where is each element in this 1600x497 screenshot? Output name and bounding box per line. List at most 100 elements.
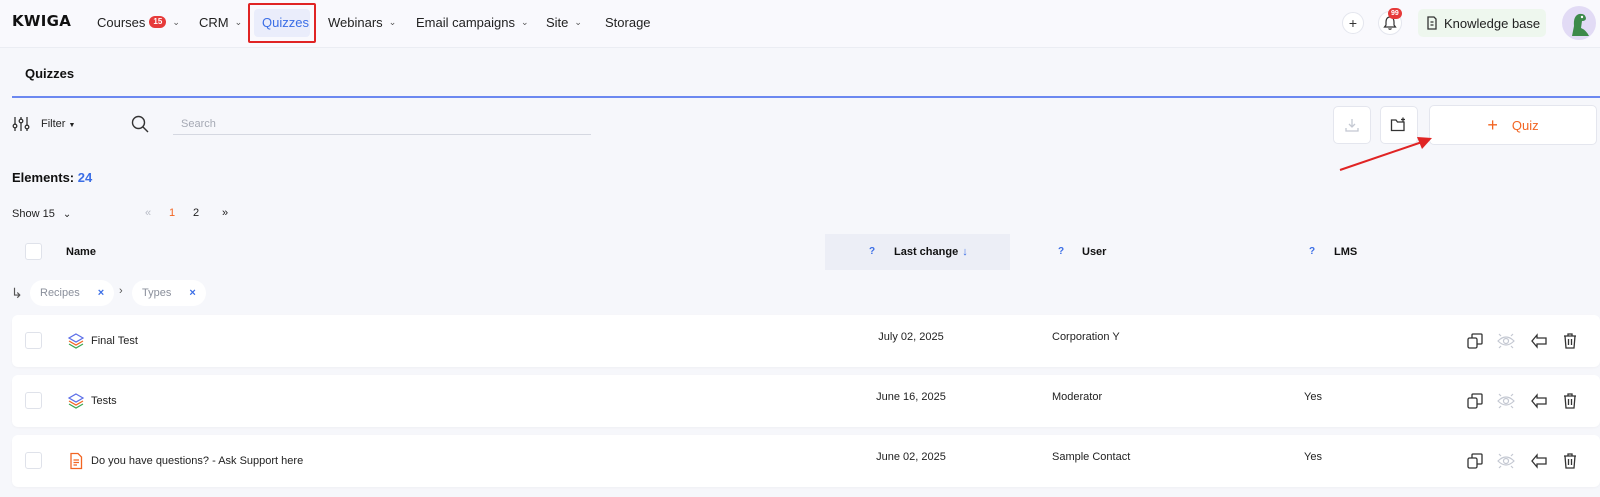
chevron-down-icon: ⌄ (521, 16, 529, 27)
move-icon[interactable] (1529, 391, 1549, 411)
nav-courses-label: Courses (97, 14, 146, 30)
page-size-select[interactable]: Show 15 ⌄ (12, 208, 71, 220)
stack-icon (67, 393, 85, 409)
nav-webinars[interactable]: Webinars ⌄ (328, 12, 396, 32)
nav-email-campaigns[interactable]: Email campaigns ⌄ (416, 12, 529, 32)
table-row[interactable]: Tests June 16, 2025 Moderator Yes (12, 375, 1600, 427)
stack-icon (67, 333, 85, 349)
pagination-prev[interactable]: « (145, 207, 151, 219)
elements-count-value: 24 (77, 170, 93, 185)
chevron-right-icon: › (119, 285, 123, 297)
filter-sliders-icon[interactable] (12, 116, 30, 132)
help-icon[interactable]: ? (1309, 246, 1315, 257)
eye-icon[interactable] (1496, 331, 1516, 351)
elements-label: Elements: (12, 170, 75, 185)
close-icon[interactable]: × (189, 287, 195, 299)
title-underline (12, 96, 1600, 98)
table-row[interactable]: Final Test July 02, 2025 Corporation Y (12, 315, 1600, 367)
row-user: Sample Contact (1052, 451, 1131, 463)
row-checkbox[interactable] (25, 392, 42, 409)
caret-down-icon: ▼ (68, 122, 76, 129)
filter-dropdown[interactable]: Filter ▼ (41, 118, 75, 130)
eye-icon[interactable] (1496, 451, 1516, 471)
trash-icon[interactable] (1560, 451, 1580, 471)
copy-icon[interactable] (1465, 451, 1485, 471)
column-name[interactable]: Name (66, 246, 96, 258)
search-icon[interactable] (131, 115, 149, 133)
column-last-change[interactable]: Last change ↓ (894, 246, 968, 258)
select-all-checkbox[interactable] (25, 243, 42, 260)
quick-add-button[interactable]: + (1342, 12, 1364, 34)
elements-count: Elements: 24 (12, 170, 92, 185)
top-navigation: KWIGA Courses 15 ⌄ CRM ⌄ Quizzes Webinar… (0, 0, 1600, 48)
row-name[interactable]: Do you have questions? - Ask Support her… (91, 455, 303, 467)
pagination-page-1[interactable]: 1 (169, 207, 175, 219)
folder-add-icon (1390, 117, 1405, 132)
filter-label: Filter (41, 118, 66, 130)
row-last-change: July 02, 2025 (878, 331, 944, 343)
nav-storage[interactable]: Storage (605, 12, 651, 32)
chevron-down-icon: ⌄ (62, 208, 72, 220)
dinosaur-avatar-icon (1572, 13, 1589, 36)
copy-icon[interactable] (1465, 331, 1485, 351)
copy-icon[interactable] (1465, 391, 1485, 411)
eye-icon[interactable] (1496, 391, 1516, 411)
book-icon (1427, 16, 1437, 30)
row-lms: Yes (1304, 451, 1322, 463)
help-icon[interactable]: ? (1058, 246, 1064, 257)
table-row[interactable]: Do you have questions? - Ask Support her… (12, 435, 1600, 487)
red-annotation-arrow (1339, 137, 1432, 171)
nav-courses[interactable]: Courses 15 ⌄ (97, 12, 180, 32)
notifications-badge: 99 (1388, 8, 1402, 19)
nav-storage-label: Storage (605, 14, 651, 30)
download-icon (1345, 119, 1359, 132)
pagination-next[interactable]: » (222, 207, 228, 219)
row-lms: Yes (1304, 391, 1322, 403)
search-input[interactable] (173, 113, 591, 135)
row-last-change: June 02, 2025 (876, 451, 946, 463)
chevron-down-icon: ⌄ (388, 16, 397, 27)
row-name[interactable]: Tests (91, 395, 117, 407)
breadcrumb-chip-recipes[interactable]: Recipes × (30, 280, 115, 306)
help-icon[interactable]: ? (869, 246, 875, 257)
nav-crm-label: CRM (199, 14, 229, 30)
row-user: Corporation Y (1052, 331, 1120, 343)
row-checkbox[interactable] (25, 452, 42, 469)
chevron-down-icon: ⌄ (234, 16, 243, 27)
table-header: Name ? Last change ↓ ? User ? LMS (12, 234, 1600, 270)
knowledge-base-label: Knowledge base (1444, 15, 1541, 31)
column-user[interactable]: User (1082, 246, 1106, 258)
knowledge-base-button[interactable]: Knowledge base (1418, 9, 1546, 37)
trash-icon[interactable] (1560, 331, 1580, 351)
nav-site[interactable]: Site ⌄ (546, 12, 582, 32)
document-icon (70, 452, 83, 470)
courses-count-badge: 15 (149, 16, 167, 28)
page-size-label: Show 15 (12, 208, 55, 220)
nav-email-campaigns-label: Email campaigns (416, 14, 515, 30)
add-quiz-button[interactable]: + Quiz (1429, 105, 1597, 145)
close-icon[interactable]: × (98, 287, 104, 299)
move-icon[interactable] (1529, 451, 1549, 471)
sort-desc-icon: ↓ (962, 246, 968, 258)
page-title: Quizzes (25, 66, 75, 81)
nav-webinars-label: Webinars (328, 14, 383, 30)
row-user: Moderator (1052, 391, 1103, 403)
trash-icon[interactable] (1560, 391, 1580, 411)
breadcrumb-label: Recipes (40, 287, 80, 299)
nav-crm[interactable]: CRM ⌄ (199, 12, 242, 32)
pagination-page-2[interactable]: 2 (193, 207, 199, 219)
quizzes-highlight-box (248, 3, 316, 43)
chevron-down-icon: ⌄ (574, 16, 582, 27)
add-quiz-label: Quiz (1511, 117, 1539, 133)
row-last-change: June 16, 2025 (876, 391, 946, 403)
kwiga-logo[interactable]: KWIGA (12, 12, 71, 30)
column-lms[interactable]: LMS (1334, 246, 1357, 258)
avatar[interactable] (1562, 6, 1596, 40)
column-last-change-label: Last change (894, 246, 959, 258)
return-arrow-icon: ↳ (11, 285, 23, 301)
breadcrumb-label: Types (142, 287, 172, 299)
breadcrumb-chip-types[interactable]: Types × (132, 280, 206, 306)
move-icon[interactable] (1529, 331, 1549, 351)
row-name[interactable]: Final Test (91, 335, 138, 347)
row-checkbox[interactable] (25, 332, 42, 349)
